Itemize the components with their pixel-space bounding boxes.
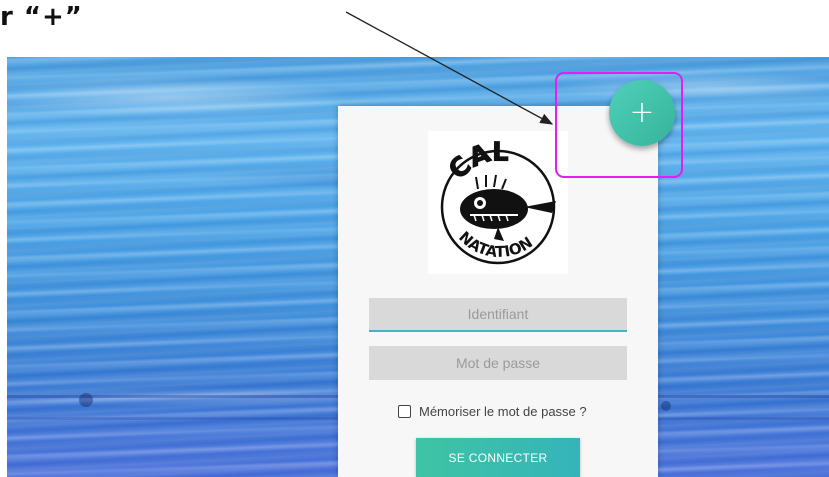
add-fab-button[interactable]: + xyxy=(609,80,675,146)
connect-button[interactable]: SE CONNECTER xyxy=(416,438,580,477)
remember-password-checkbox[interactable]: Mémoriser le mot de passe ? xyxy=(398,404,587,419)
club-logo: CAL NATATION xyxy=(428,131,568,274)
pool-marker-spot xyxy=(661,401,671,411)
remember-password-label: Mémoriser le mot de passe ? xyxy=(419,404,587,419)
password-input[interactable] xyxy=(369,346,627,380)
login-card: CAL NATATION Mémoriser le mot de passe ?… xyxy=(338,106,658,477)
plus-icon: + xyxy=(629,95,655,130)
annotation-caption: r “+” xyxy=(0,2,83,32)
club-logo-icon: CAL NATATION xyxy=(440,137,556,265)
pool-marker-spot xyxy=(79,393,93,407)
username-input[interactable] xyxy=(369,298,627,332)
checkbox-icon[interactable] xyxy=(398,405,411,418)
